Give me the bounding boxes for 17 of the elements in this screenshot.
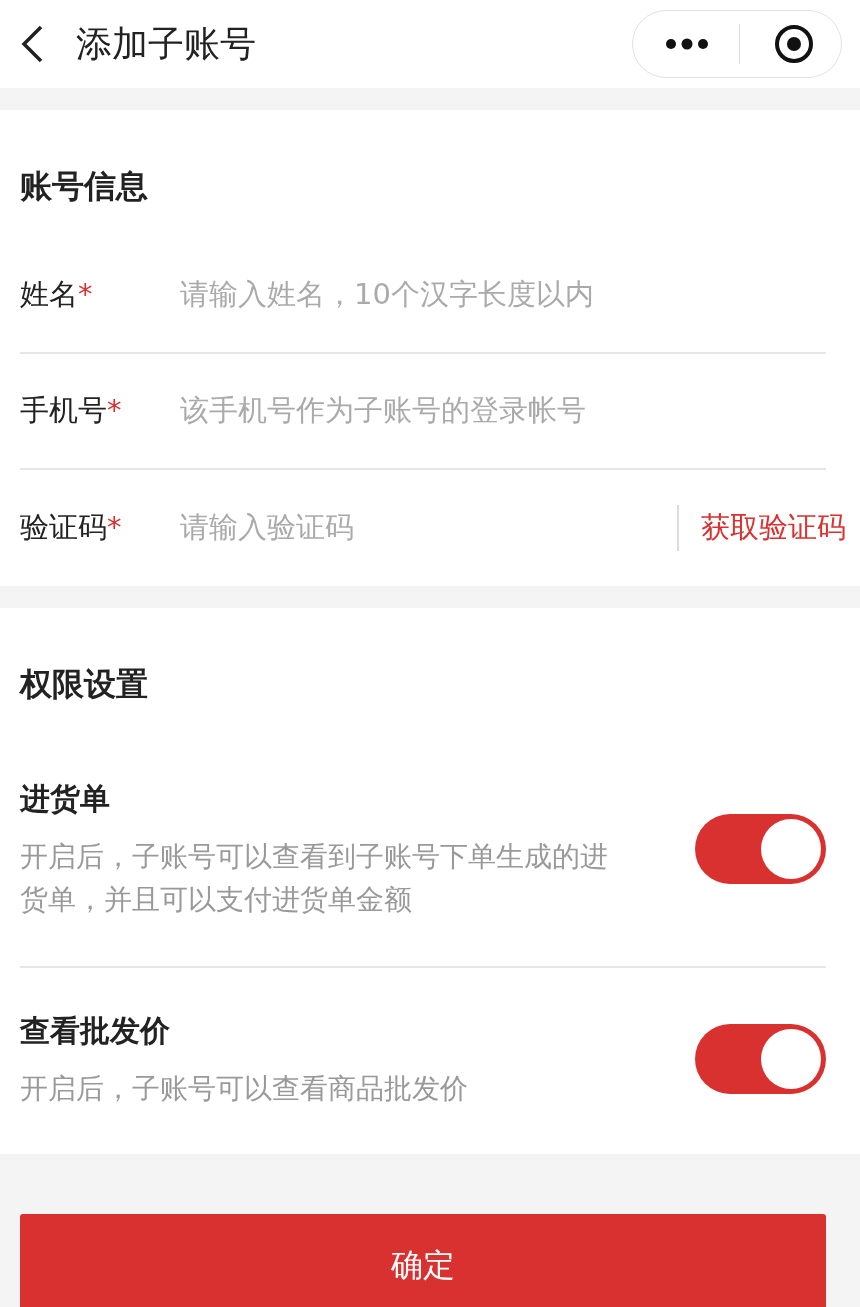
section-title: 权限设置 bbox=[20, 664, 149, 705]
input-field[interactable]: 该手机号作为子账号的登录帐号 bbox=[178, 388, 826, 434]
permission-description: 开启后，子账号可以查看商品批发价 bbox=[20, 1070, 469, 1107]
permission-description: 开启后，子账号可以查看到子账号下单生成的进货单，并且可以支付进货单金额 bbox=[20, 839, 609, 919]
back-icon[interactable] bbox=[20, 25, 44, 63]
section-title: 账号信息 bbox=[20, 166, 149, 207]
confirm-button[interactable]: 确定 bbox=[20, 1214, 826, 1307]
input-field[interactable]: 请输入姓名，10个汉字长度以内 bbox=[178, 272, 826, 318]
input-field[interactable]: 请输入验证码 bbox=[178, 505, 677, 551]
permission-title: 进货单 bbox=[20, 780, 111, 818]
get-code-button[interactable]: 获取验证码 bbox=[677, 505, 852, 551]
more-icon[interactable] bbox=[665, 38, 709, 50]
page-title: 添加子账号 bbox=[76, 22, 256, 66]
field-label: 姓名* bbox=[20, 276, 94, 314]
permission-title: 查看批发价 bbox=[20, 1011, 171, 1050]
field-label: 验证码* bbox=[20, 509, 123, 547]
field-label: 手机号* bbox=[20, 392, 123, 430]
